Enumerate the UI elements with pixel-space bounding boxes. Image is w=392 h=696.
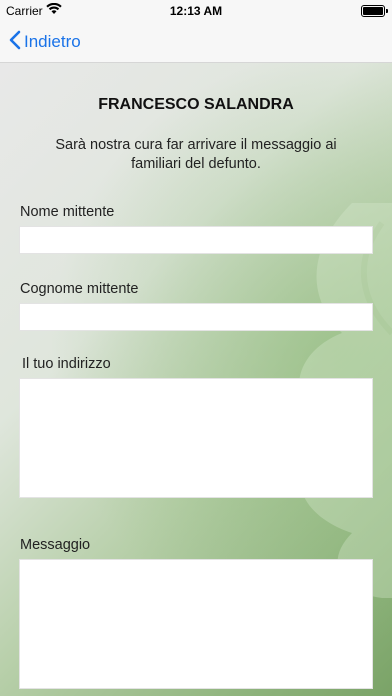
status-bar: Carrier 12:13 AM: [0, 0, 392, 22]
chevron-left-icon: [9, 30, 24, 55]
clock: 12:13 AM: [169, 4, 223, 18]
back-button-label: Indietro: [24, 32, 81, 51]
battery-icon: [361, 5, 388, 17]
deceased-name-title: FRANCESCO SALANDRA: [98, 96, 294, 113]
last-name-label: Cognome mittente: [20, 281, 139, 297]
navigation-bar: Indietro: [0, 22, 392, 63]
back-button[interactable]: Indietro: [9, 28, 81, 56]
first-name-field[interactable]: [19, 226, 373, 254]
message-label: Messaggio: [20, 537, 91, 553]
address-label: Il tuo indirizzo: [22, 356, 111, 372]
message-textarea[interactable]: [19, 559, 373, 689]
first-name-label: Nome mittente: [20, 204, 115, 220]
form-description: Sarà nostra cura far arrivare il messagg…: [55, 137, 337, 172]
address-textarea[interactable]: [19, 378, 373, 498]
form-screen: FRANCESCO SALANDRA Sarà nostra cura far …: [0, 63, 392, 696]
last-name-field[interactable]: [19, 303, 373, 331]
